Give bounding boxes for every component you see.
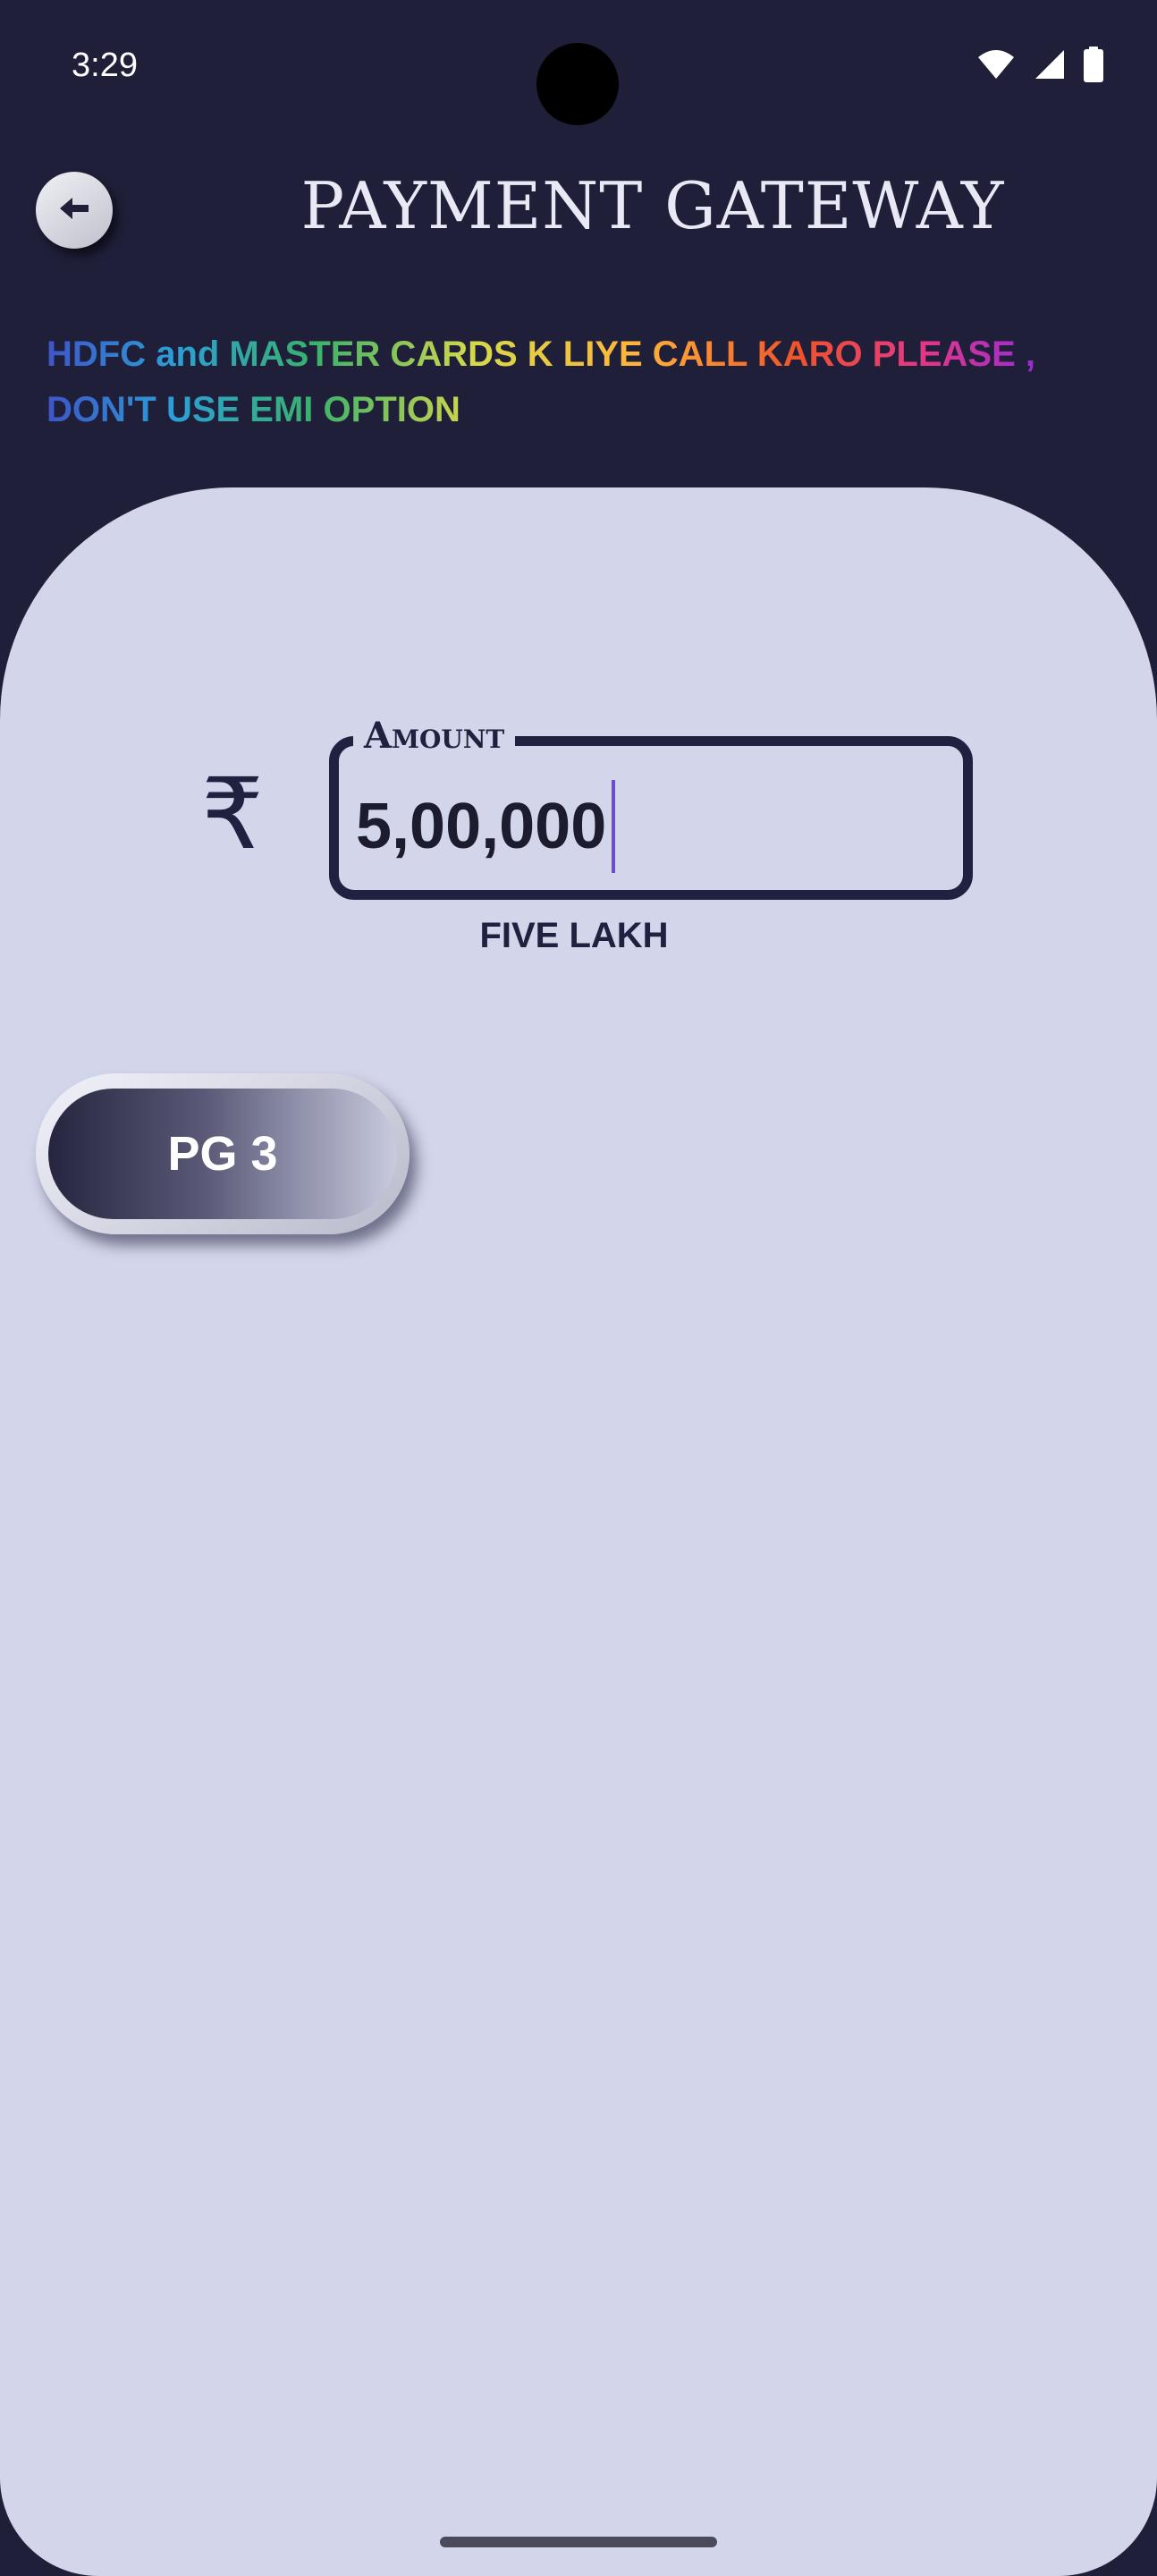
amount-in-words: FIVE LAKH bbox=[479, 916, 669, 955]
rupee-icon: ₹ bbox=[201, 757, 264, 871]
wifi-icon bbox=[976, 48, 1016, 80]
status-icons bbox=[976, 47, 1103, 82]
pg-3-button[interactable]: PG 3 bbox=[36, 1073, 410, 1234]
battery-icon bbox=[1084, 47, 1103, 82]
arrow-left-icon bbox=[58, 196, 90, 225]
phone-screen: 3:29 PAYMENT GATEWAY HDFC and MASTER CAR… bbox=[0, 0, 1157, 2576]
notice-banner: HDFC and MASTER CARDS K LIYE CALL KARO P… bbox=[46, 326, 1119, 437]
back-button[interactable] bbox=[36, 172, 113, 249]
status-bar: 3:29 bbox=[0, 0, 1157, 134]
pg-button-label: PG 3 bbox=[48, 1089, 397, 1219]
text-cursor bbox=[612, 780, 616, 873]
amount-label: Amount bbox=[353, 716, 516, 757]
page-title: PAYMENT GATEWAY bbox=[300, 168, 1005, 243]
home-indicator[interactable] bbox=[440, 2537, 717, 2547]
cellular-signal-icon bbox=[1034, 48, 1066, 80]
amount-value[interactable]: 5,00,000 bbox=[356, 787, 606, 866]
camera-cutout bbox=[536, 43, 619, 125]
amount-value-wrapper[interactable]: 5,00,000 bbox=[356, 780, 616, 873]
status-time: 3:29 bbox=[72, 47, 138, 84]
